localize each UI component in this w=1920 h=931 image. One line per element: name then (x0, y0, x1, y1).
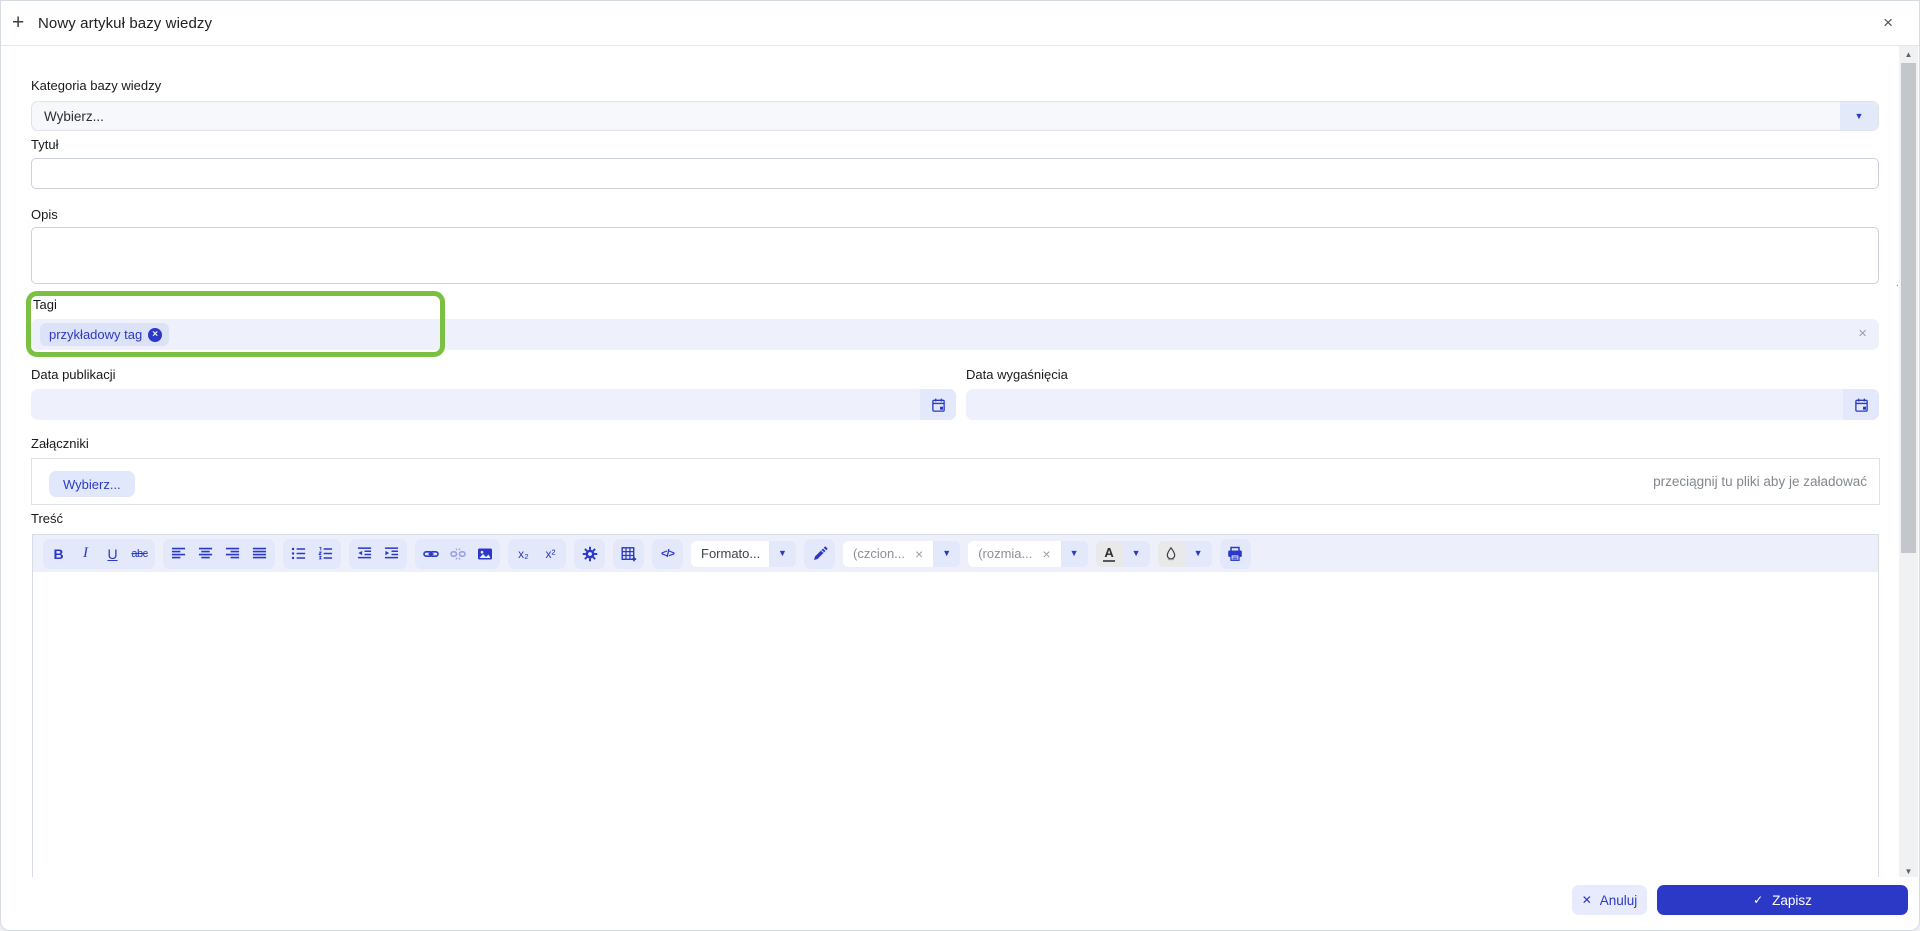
strikethrough-button[interactable]: abc (126, 541, 153, 567)
tags-clear-icon[interactable]: × (1858, 326, 1867, 341)
page-title: Nowy artykuł bazy wiedzy (38, 15, 213, 32)
chevron-down-icon[interactable]: ▼ (1184, 540, 1212, 567)
text-color-control: A ▼ (1095, 540, 1150, 567)
list-group (283, 538, 341, 569)
category-selected-value: Wybierz... (44, 109, 104, 124)
align-center-icon[interactable] (192, 541, 219, 567)
calendar-icon[interactable] (1843, 389, 1879, 420)
link-icon[interactable] (417, 541, 444, 567)
modal-header: + Nowy artykuł bazy wiedzy × (1, 1, 1919, 46)
calendar-icon[interactable] (920, 389, 956, 420)
expiry-date-label: Data wygaśnięcia (966, 367, 1068, 382)
expiry-date-input[interactable] (966, 389, 1879, 420)
tag-chip: przykładowy tag × (40, 323, 170, 346)
attachments-dropzone[interactable]: Wybierz... przeciągnij tu pliki aby je z… (31, 458, 1880, 505)
format-dropdown[interactable]: Formato... ▼ (691, 540, 796, 567)
plus-icon: + (12, 11, 25, 34)
code-group: </> (652, 538, 683, 569)
content-label: Treść (31, 511, 64, 526)
text-color-button[interactable]: A (1095, 540, 1123, 567)
background-color-control: ▼ (1157, 540, 1212, 567)
bullet-list-icon[interactable] (285, 541, 312, 567)
attachments-browse-button[interactable]: Wybierz... (49, 471, 135, 497)
attachments-label: Załączniki (31, 436, 89, 451)
scroll-up-icon[interactable]: ▲ (1899, 46, 1918, 62)
description-label: Opis (31, 207, 58, 222)
publish-date-input[interactable] (31, 389, 956, 420)
superscript-button[interactable]: x² (537, 541, 564, 567)
chevron-down-icon[interactable]: ▼ (933, 540, 961, 567)
unlink-icon[interactable] (444, 541, 471, 567)
underline-button[interactable]: U (99, 541, 126, 567)
title-input[interactable] (31, 158, 1879, 189)
print-icon[interactable] (1222, 541, 1249, 567)
format-dropdown-value: Formato... (691, 540, 769, 567)
category-label: Kategoria bazy wiedzy (31, 78, 162, 93)
background-color-button[interactable] (1157, 540, 1185, 567)
vertical-scrollbar[interactable]: ▲ ▼ (1899, 46, 1918, 879)
rich-text-editor: B I U abc x₂ x² </> Formato... ▼ (czcion… (32, 534, 1879, 879)
tag-remove-icon[interactable]: × (148, 327, 163, 342)
tags-label: Tagi (33, 297, 57, 312)
tag-chip-label: przykładowy tag (49, 327, 143, 342)
chevron-down-icon: ▼ (1854, 110, 1864, 121)
cancel-button-label: Anuluj (1599, 892, 1638, 908)
text-color-icon: A (1103, 545, 1115, 562)
category-caret[interactable]: ▼ (1840, 102, 1878, 130)
cancel-x-icon: ✕ (1581, 893, 1592, 907)
outdent-icon[interactable] (351, 541, 378, 567)
settings-group (574, 538, 605, 569)
clear-size-icon[interactable]: × (1042, 541, 1050, 567)
text-style-group: B I U abc (43, 538, 155, 569)
align-left-icon[interactable] (165, 541, 192, 567)
font-dropdown[interactable]: (czcion... × ▼ (843, 540, 961, 567)
tags-input[interactable]: przykładowy tag × × (31, 319, 1879, 350)
align-right-icon[interactable] (219, 541, 246, 567)
new-article-modal: + Nowy artykuł bazy wiedzy × Kategoria b… (0, 0, 1920, 931)
modal-footer: ✕ Anuluj ✓ Zapisz (1, 877, 1919, 930)
close-icon[interactable]: × (1883, 13, 1893, 33)
subscript-button[interactable]: x₂ (510, 541, 537, 567)
font-dropdown-value: (czcion... × (843, 540, 934, 567)
publish-date-label: Data publikacji (31, 367, 116, 382)
link-media-group (415, 538, 500, 569)
chevron-down-icon[interactable]: ▼ (769, 540, 796, 567)
bold-button[interactable]: B (45, 541, 72, 567)
attachments-drop-hint: przeciągnij tu pliki aby je załadować (1653, 474, 1867, 489)
alignment-group (163, 538, 275, 569)
indent-icon[interactable] (378, 541, 405, 567)
print-group (1219, 538, 1251, 569)
remove-format-icon[interactable] (806, 541, 833, 567)
remove-format-group (804, 538, 835, 569)
description-textarea[interactable] (31, 227, 1879, 284)
check-icon: ✓ (1753, 893, 1764, 907)
droplet-icon (1166, 546, 1176, 561)
code-view-button[interactable]: </> (654, 541, 681, 567)
textarea-resize-handle[interactable] (1894, 275, 1898, 287)
chevron-down-icon[interactable]: ▼ (1122, 540, 1150, 567)
form-content: Kategoria bazy wiedzy Wybierz... ▼ Tytuł… (1, 46, 1898, 879)
save-button[interactable]: ✓ Zapisz (1657, 885, 1908, 915)
category-select[interactable]: Wybierz... ▼ (31, 101, 1879, 131)
title-label: Tytuł (31, 137, 59, 152)
table-group (613, 538, 644, 569)
indent-group (349, 538, 407, 569)
align-justify-icon[interactable] (246, 541, 273, 567)
chevron-down-icon[interactable]: ▼ (1060, 540, 1088, 567)
editor-toolbar: B I U abc x₂ x² </> Formato... ▼ (czcion… (33, 535, 1878, 572)
gear-icon[interactable] (576, 541, 603, 567)
cancel-button[interactable]: ✕ Anuluj (1572, 885, 1647, 915)
editor-content-area[interactable] (33, 572, 1878, 879)
image-icon[interactable] (471, 541, 498, 567)
clear-font-icon[interactable]: × (915, 541, 923, 567)
size-dropdown[interactable]: (rozmia... × ▼ (968, 540, 1088, 567)
size-dropdown-value: (rozmia... × (968, 540, 1061, 567)
insert-table-icon[interactable] (615, 541, 642, 567)
script-group: x₂ x² (508, 538, 566, 569)
italic-button[interactable]: I (72, 541, 99, 567)
scrollbar-thumb[interactable] (1901, 63, 1916, 553)
numbered-list-icon[interactable] (312, 541, 339, 567)
save-button-label: Zapisz (1772, 892, 1812, 908)
